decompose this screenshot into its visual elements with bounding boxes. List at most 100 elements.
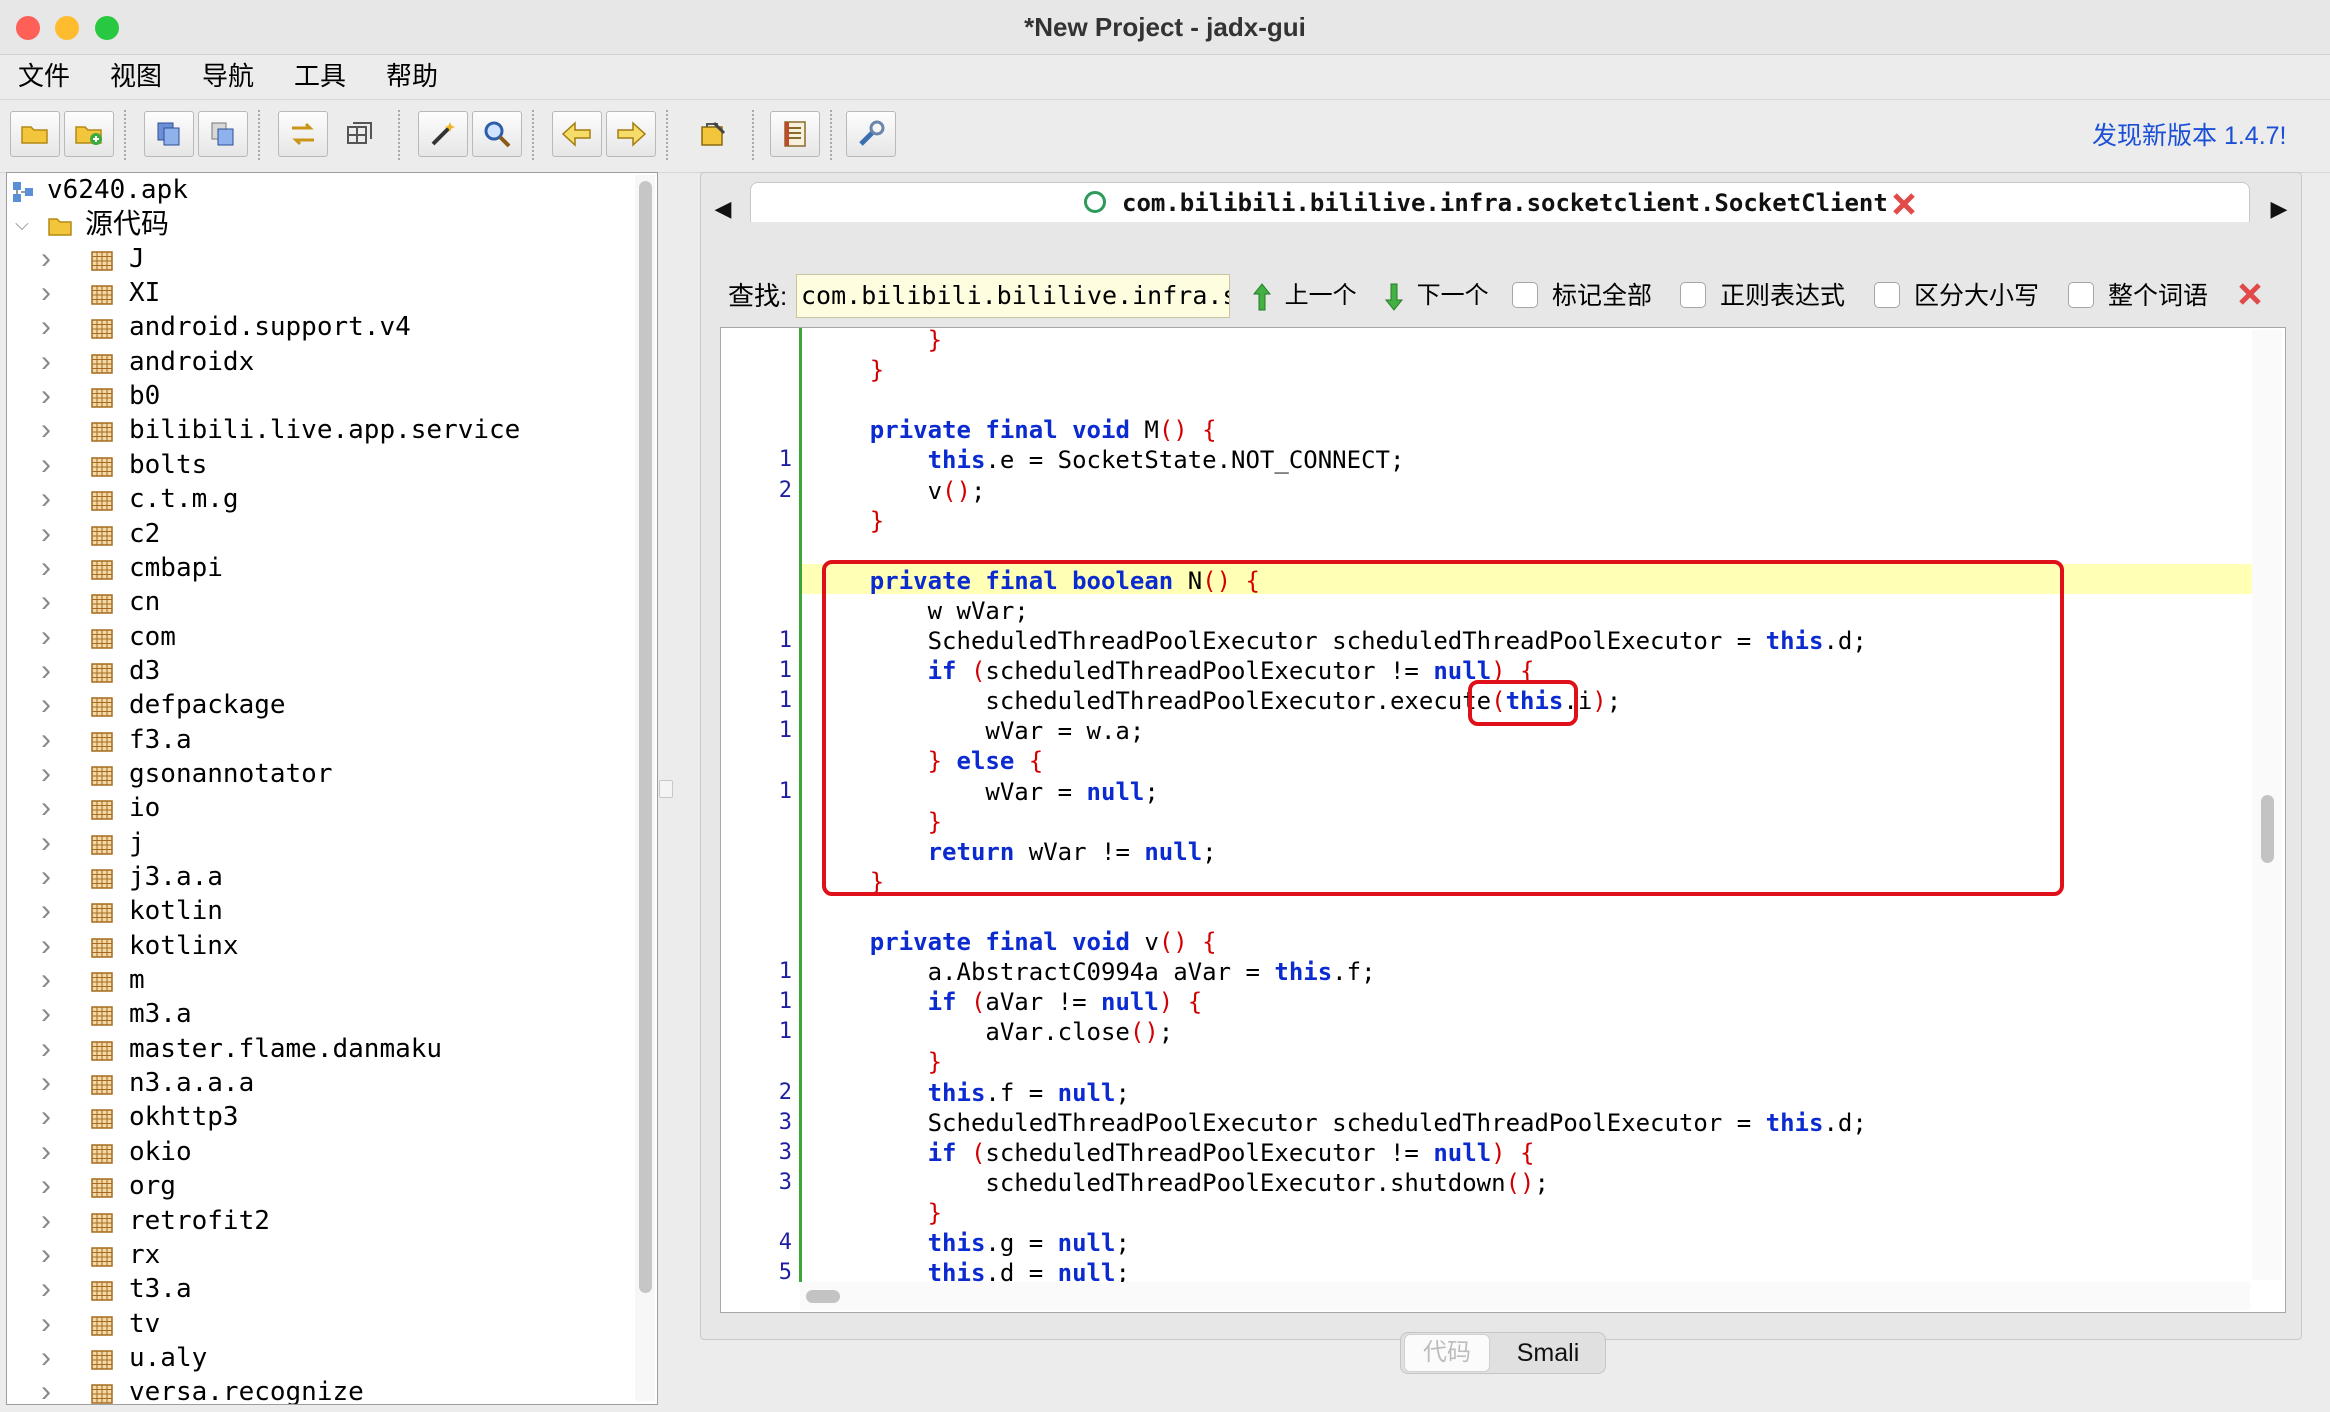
decompile-all-button[interactable] bbox=[418, 111, 468, 157]
code-horizontal-scrollbar[interactable] bbox=[800, 1282, 2250, 1310]
menu-tools[interactable]: 工具 bbox=[294, 55, 346, 98]
open-file-button[interactable] bbox=[10, 111, 60, 157]
chevron-right-icon[interactable]: › bbox=[37, 620, 55, 654]
chevron-right-icon[interactable]: › bbox=[37, 757, 55, 791]
chevron-right-icon[interactable]: › bbox=[37, 1135, 55, 1169]
arrow-up-icon bbox=[1252, 282, 1272, 311]
toolbar-separator bbox=[666, 110, 668, 160]
whole-word-label: 整个词语 bbox=[2108, 282, 2209, 310]
tree-source-folder-label: 源代码 bbox=[85, 208, 170, 240]
line-number: 3 bbox=[778, 1109, 792, 1135]
update-available-link[interactable]: 发现新版本 1.4.7! bbox=[2092, 100, 2287, 172]
chevron-right-icon[interactable]: › bbox=[37, 1066, 55, 1100]
chevron-right-icon[interactable]: › bbox=[37, 654, 55, 688]
tab-scroll-left-button[interactable]: ◀ bbox=[703, 189, 743, 229]
code-line: } bbox=[927, 1198, 943, 1227]
chevron-right-icon[interactable]: › bbox=[37, 894, 55, 928]
tree-package-label: n3.a.a.a bbox=[129, 1068, 255, 1099]
arrow-down-icon bbox=[1384, 283, 1404, 311]
package-icon bbox=[89, 1002, 115, 1027]
toolbar-separator bbox=[398, 110, 400, 160]
chevron-right-icon[interactable]: › bbox=[37, 517, 55, 551]
save-all-button[interactable] bbox=[144, 111, 194, 157]
chevron-right-icon[interactable]: › bbox=[37, 860, 55, 894]
tab-code[interactable]: 代码 bbox=[1404, 1334, 1490, 1372]
flatten-packages-button[interactable] bbox=[334, 111, 384, 157]
tab-scroll-right-button[interactable]: ▶ bbox=[2259, 189, 2299, 229]
toolbar-separator bbox=[752, 110, 754, 160]
code-vertical-scrollbar-thumb[interactable] bbox=[2261, 795, 2274, 863]
tree-package-label: cn bbox=[129, 587, 161, 618]
chevron-right-icon[interactable]: › bbox=[37, 826, 55, 860]
chevron-right-icon[interactable]: › bbox=[37, 791, 55, 825]
chevron-right-icon[interactable]: › bbox=[37, 1169, 55, 1203]
regex-checkbox[interactable] bbox=[1680, 282, 1706, 308]
tab-smali[interactable]: Smali bbox=[1494, 1334, 1602, 1372]
chevron-right-icon[interactable]: › bbox=[37, 997, 55, 1031]
package-icon bbox=[89, 247, 115, 271]
add-files-button[interactable] bbox=[64, 111, 114, 157]
find-previous-button[interactable]: 上一个 bbox=[1252, 276, 1357, 316]
tree-scrollbar-thumb[interactable] bbox=[639, 181, 652, 1293]
chevron-right-icon[interactable]: › bbox=[37, 379, 55, 413]
package-icon bbox=[89, 831, 115, 855]
code-horizontal-scrollbar-thumb[interactable] bbox=[806, 1290, 840, 1303]
close-tab-icon[interactable] bbox=[1890, 190, 1918, 218]
menu-help[interactable]: 帮助 bbox=[386, 55, 438, 98]
chevron-right-icon[interactable]: › bbox=[37, 1204, 55, 1238]
chevron-right-icon[interactable]: › bbox=[37, 1100, 55, 1134]
code-line: scheduledThreadPoolExecutor.shutdown(); bbox=[812, 1168, 1549, 1197]
export-button[interactable] bbox=[198, 111, 248, 157]
chevron-right-icon[interactable]: › bbox=[37, 310, 55, 344]
forward-button[interactable] bbox=[606, 111, 656, 157]
close-search-icon[interactable] bbox=[2236, 280, 2264, 308]
menu-view[interactable]: 视图 bbox=[110, 55, 162, 98]
package-icon bbox=[89, 693, 115, 717]
chevron-right-icon[interactable]: › bbox=[37, 585, 55, 619]
back-button[interactable] bbox=[552, 111, 602, 157]
chevron-down-icon[interactable]: ⌵ bbox=[13, 207, 31, 241]
chevron-right-icon[interactable]: › bbox=[37, 723, 55, 757]
code-line: aVar.close(); bbox=[812, 1018, 1174, 1047]
chevron-right-icon[interactable]: › bbox=[37, 551, 55, 585]
split-pane-divider[interactable] bbox=[659, 780, 673, 798]
chevron-right-icon[interactable]: › bbox=[37, 1272, 55, 1306]
chevron-right-icon[interactable]: › bbox=[37, 1341, 55, 1375]
menu-navigation[interactable]: 导航 bbox=[202, 55, 254, 98]
chevron-right-icon[interactable]: › bbox=[37, 963, 55, 997]
find-next-button[interactable]: 下一个 bbox=[1384, 276, 1489, 316]
tree-package-label: com bbox=[129, 621, 176, 652]
line-number: 1 bbox=[778, 447, 792, 473]
chevron-right-icon[interactable]: › bbox=[37, 1238, 55, 1272]
whole-word-checkbox[interactable] bbox=[2068, 282, 2094, 308]
code-line: } bbox=[927, 1048, 943, 1077]
chevron-right-icon[interactable]: › bbox=[37, 413, 55, 447]
tree-package-label: kotlinx bbox=[129, 930, 239, 961]
chevron-right-icon[interactable]: › bbox=[37, 276, 55, 310]
tree-package-label: c2 bbox=[129, 518, 161, 549]
search-input[interactable]: com.bilibili.bililive.infra.socketclie bbox=[796, 274, 1230, 318]
preferences-button[interactable] bbox=[846, 111, 896, 157]
sync-tree-button[interactable] bbox=[278, 111, 328, 157]
chevron-right-icon[interactable]: › bbox=[37, 688, 55, 722]
menu-file[interactable]: 文件 bbox=[18, 55, 70, 98]
log-viewer-button[interactable] bbox=[770, 111, 820, 157]
chevron-right-icon[interactable]: › bbox=[37, 242, 55, 276]
deobfuscation-button[interactable] bbox=[688, 111, 738, 157]
package-icon bbox=[89, 281, 115, 305]
chevron-right-icon[interactable]: › bbox=[37, 1032, 55, 1066]
tree-package-label: XI bbox=[129, 278, 161, 309]
tree-package-label: c.t.m.g bbox=[129, 484, 239, 515]
chevron-right-icon[interactable]: › bbox=[37, 1307, 55, 1341]
chevron-right-icon[interactable]: › bbox=[37, 448, 55, 482]
search-button[interactable] bbox=[472, 111, 522, 157]
mark-all-checkbox[interactable] bbox=[1512, 282, 1538, 308]
tree-package-label: t3.a bbox=[129, 1274, 192, 1305]
folder-open-icon bbox=[21, 126, 48, 144]
chevron-right-icon[interactable]: › bbox=[37, 929, 55, 963]
chevron-right-icon[interactable]: › bbox=[37, 345, 55, 379]
chevron-right-icon[interactable]: › bbox=[37, 482, 55, 516]
match-case-checkbox[interactable] bbox=[1874, 282, 1900, 308]
package-icon bbox=[89, 384, 115, 408]
chevron-right-icon[interactable]: › bbox=[37, 1375, 55, 1404]
